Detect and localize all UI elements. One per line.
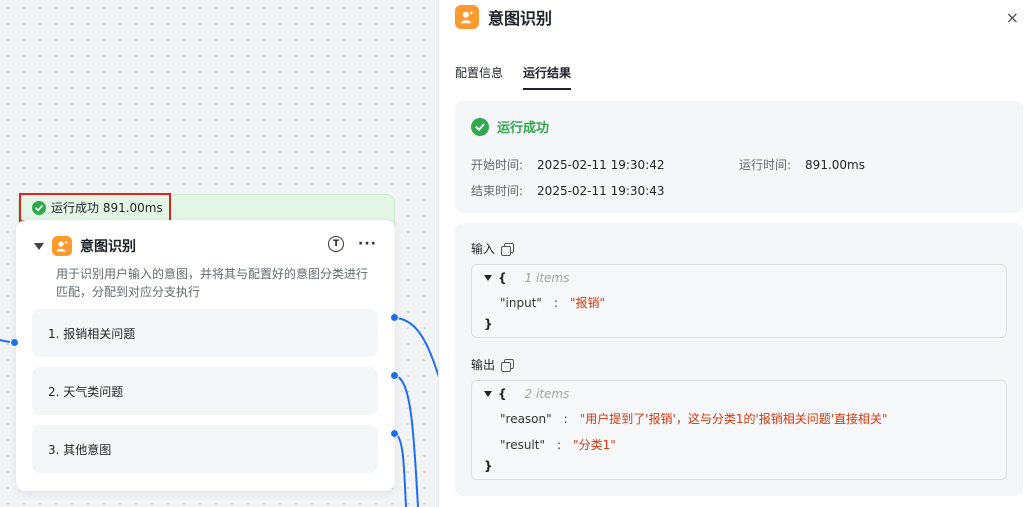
branch-item[interactable]: 2. 天气类问题: [32, 367, 378, 415]
collapse-caret-icon[interactable]: [34, 242, 44, 250]
test-run-icon[interactable]: T: [328, 236, 345, 252]
input-label: 输入: [471, 240, 515, 257]
json-entry: "input": "报销": [500, 295, 605, 311]
end-time: 结束时间: 2025-02-11 19:30:43: [471, 184, 665, 198]
run-status-badge: 运行成功 891.00ms: [19, 193, 171, 222]
tab-config-info[interactable]: 配置信息: [455, 64, 503, 90]
branch-label: 2. 天气类问题: [48, 384, 124, 399]
branch-label: 1. 报销相关问题: [48, 326, 136, 341]
more-options-icon[interactable]: ···: [358, 237, 377, 251]
success-check-icon: [471, 117, 489, 136]
output-port-1[interactable]: [390, 313, 399, 322]
output-json-viewer[interactable]: { 2 items "reason": "用户提到了'报销'，这与分类1的'报销相…: [471, 380, 1007, 480]
run-status-text: 运行成功: [497, 121, 550, 136]
copy-icon[interactable]: [501, 242, 515, 256]
input-port[interactable]: [10, 338, 19, 347]
branch-item[interactable]: 3. 其他意图: [32, 425, 378, 473]
run-duration: 运行时间: 891.00ms: [739, 158, 865, 172]
expand-caret-icon[interactable]: [484, 275, 492, 281]
json-entry: "result": "分类1": [500, 437, 616, 453]
node-detail-panel: 意图识别 × 配置信息 运行结果 运行成功 开始时间: 2025-02-11 19…: [438, 0, 1031, 507]
branch-item[interactable]: 1. 报销相关问题: [32, 309, 378, 357]
run-status-text: 运行成功 891.00ms: [51, 201, 163, 215]
expand-caret-icon[interactable]: [484, 391, 492, 397]
intent-app-icon: [455, 5, 479, 29]
copy-icon[interactable]: [501, 358, 515, 372]
run-summary-section: 运行成功 开始时间: 2025-02-11 19:30:42 运行时间: 891.0…: [455, 101, 1023, 213]
json-entry: "reason": "用户提到了'报销'，这与分类1的'报销相关问题'直接相关": [500, 411, 888, 427]
input-json-viewer[interactable]: { 1 items "input": "报销" }: [471, 264, 1007, 338]
close-icon[interactable]: ×: [1006, 8, 1019, 27]
io-section: 输入 { 1 items "input": "报销" } 输出 { 2 items: [455, 223, 1023, 496]
branch-label: 3. 其他意图: [48, 442, 112, 457]
node-description: 用于识别用户输入的意图，并将其与配置好的意图分类进行匹配，分配到对应分支执行: [56, 267, 369, 299]
node-title: 意图识别: [80, 239, 136, 255]
intent-app-icon: [52, 236, 72, 256]
success-check-icon: [32, 200, 46, 215]
output-port-2[interactable]: [390, 371, 399, 380]
start-time: 开始时间: 2025-02-11 19:30:42: [471, 158, 665, 172]
output-port-3[interactable]: [390, 429, 399, 438]
tab-run-result[interactable]: 运行结果: [523, 64, 572, 90]
panel-title: 意图识别: [488, 9, 553, 28]
output-label: 输出: [471, 356, 515, 373]
intent-node-card[interactable]: 意图识别 T ··· 用于识别用户输入的意图，并将其与配置好的意图分类进行匹配，…: [16, 220, 395, 491]
panel-tabs: 配置信息 运行结果: [455, 64, 572, 90]
